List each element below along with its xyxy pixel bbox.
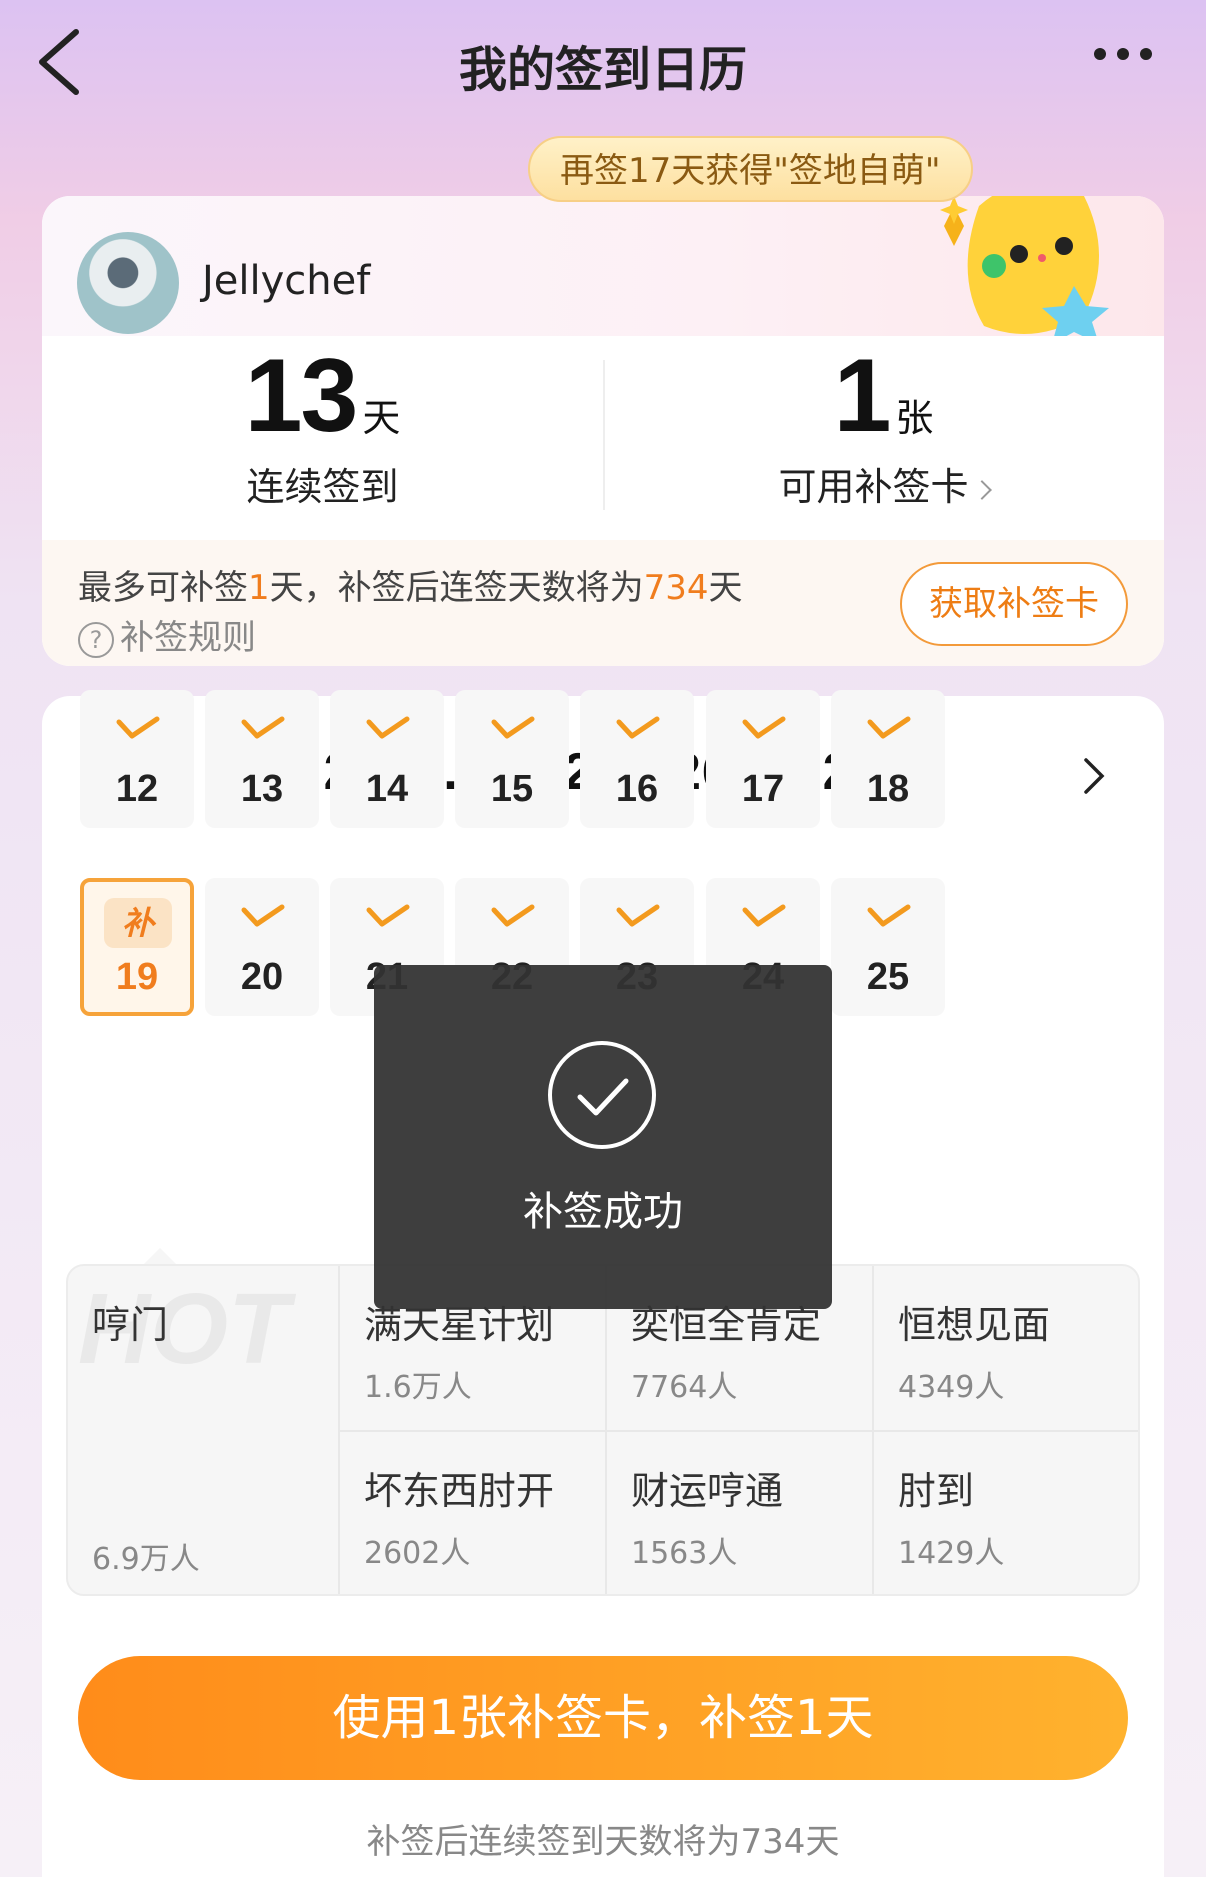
stats-row: 13 天 连续签到 1张 可用补签卡 [42, 336, 1164, 536]
profile-header: Jellychef [42, 196, 1164, 344]
hot-topic-count: 7764人 [631, 1370, 738, 1405]
check-icon [366, 904, 410, 927]
calendar-day[interactable]: 15 [455, 690, 569, 828]
streak-stat: 13 天 连续签到 [42, 336, 603, 536]
hot-topic-title: 哼门 [92, 1303, 169, 1347]
calendar-day-number: 25 [866, 956, 910, 998]
check-icon [742, 716, 786, 739]
streak-label: 连续签到 [246, 465, 399, 509]
check-icon [241, 716, 285, 739]
calendar-day[interactable]: 18 [831, 690, 945, 828]
check-icon [616, 716, 660, 739]
hot-topic-count: 4349人 [898, 1370, 1005, 1405]
check-icon [366, 716, 410, 739]
check-icon [867, 904, 911, 927]
calendar-day[interactable]: 20 [205, 878, 319, 1016]
page-title: 我的签到日历 [458, 42, 747, 98]
calendar-day-number: 17 [741, 768, 785, 810]
mascot-icon [940, 196, 1109, 344]
streak-unit: 天 [362, 396, 401, 440]
hot-topic-title: 恒想见面 [898, 1303, 1051, 1347]
calendar-day[interactable]: 13 [205, 690, 319, 828]
check-icon [116, 716, 160, 739]
hot-topic-featured[interactable]: HOT 哼门 6.9万人 [68, 1266, 338, 1594]
hot-topic[interactable]: 坏东西肘开 2602人 [338, 1432, 605, 1594]
hot-topic[interactable]: 恒想见面 4349人 [872, 1266, 1138, 1431]
hot-topic-count: 2602人 [364, 1536, 471, 1571]
calendar-day-number: 20 [240, 956, 284, 998]
makeup-hint: 补签后连续签到天数将为734天 [366, 1822, 840, 1862]
use-makeup-card-button[interactable]: 使用1张补签卡，补签1天 [78, 1656, 1128, 1780]
makeup-info: 最多可补签1天，补签后连签天数将为734天 ? 补签规则 获取补签卡 [42, 540, 1164, 666]
hot-topics-table: HOT 哼门 6.9万人 满天星计划 1.6万人 奕恒全肯定 7764人 恒想见面 434… [66, 1264, 1140, 1596]
makeup-rule-link[interactable]: ? 补签规则 [78, 610, 256, 659]
hot-topic-count: 6.9万人 [92, 1542, 200, 1577]
cards-unit: 张 [895, 396, 934, 440]
hot-topic-title: 财运哼通 [631, 1469, 784, 1513]
makeup-card-stat[interactable]: 1张 可用补签卡 [603, 336, 1164, 536]
chevron-right-icon [971, 479, 992, 500]
chevron-right-icon[interactable] [1074, 754, 1114, 798]
cards-value: 1 [833, 338, 892, 454]
check-icon [491, 904, 535, 927]
check-icon [491, 716, 535, 739]
hot-topic-count: 1429人 [898, 1536, 1005, 1571]
calendar-day[interactable]: 补 19 [80, 878, 194, 1016]
more-dots-icon[interactable] [1094, 45, 1166, 75]
calendar-day[interactable]: 12 [80, 690, 194, 828]
makeup-text: 最多可补签1天，补签后连签天数将为734天 [78, 568, 743, 608]
hot-topic-count: 1.6万人 [364, 1370, 472, 1405]
calendar-day[interactable]: 16 [580, 690, 694, 828]
hot-topic[interactable]: 肘到 1429人 [872, 1432, 1138, 1594]
streak-value: 13 [244, 338, 359, 454]
promo-badge: 再签17天获得"签地自萌" [528, 136, 973, 202]
calendar-day-number: 13 [240, 768, 284, 810]
cards-label: 可用补签卡 [778, 465, 969, 509]
hot-topic-count: 1563人 [631, 1536, 738, 1571]
avatar[interactable] [77, 232, 179, 334]
hot-topic[interactable]: 财运哼通 1563人 [605, 1432, 872, 1594]
checkin-summary-card: Jellychef 13 天 连续签到 1张 可用补签卡 最多可补签1天，补签后连… [42, 196, 1164, 666]
hot-topic-title: 肘到 [898, 1469, 975, 1513]
hot-topic-title: 坏东西肘开 [364, 1469, 555, 1513]
calendar-day-number: 18 [866, 768, 910, 810]
calendar-day-number: 12 [115, 768, 159, 810]
calendar-day-number: 15 [490, 768, 534, 810]
calendar-day-number: 14 [365, 768, 409, 810]
calendar-day-number: 16 [615, 768, 659, 810]
check-icon [867, 716, 911, 739]
check-circle-icon [548, 1041, 656, 1149]
question-icon: ? [78, 621, 114, 658]
calendar-day[interactable]: 25 [831, 878, 945, 1016]
success-toast: 补签成功 [374, 965, 832, 1309]
toast-text: 补签成功 [523, 1189, 683, 1235]
username: Jellychef [202, 258, 371, 304]
calendar-day[interactable]: 14 [330, 690, 444, 828]
top-bar: 我的签到日历 [0, 0, 1206, 130]
makeup-badge: 补 [104, 898, 172, 948]
check-icon [241, 904, 285, 927]
check-icon [616, 904, 660, 927]
calendar-day-number: 19 [115, 956, 159, 998]
calendar-day[interactable]: 17 [706, 690, 820, 828]
get-makeup-card-button[interactable]: 获取补签卡 [900, 562, 1128, 646]
check-icon [742, 904, 786, 927]
